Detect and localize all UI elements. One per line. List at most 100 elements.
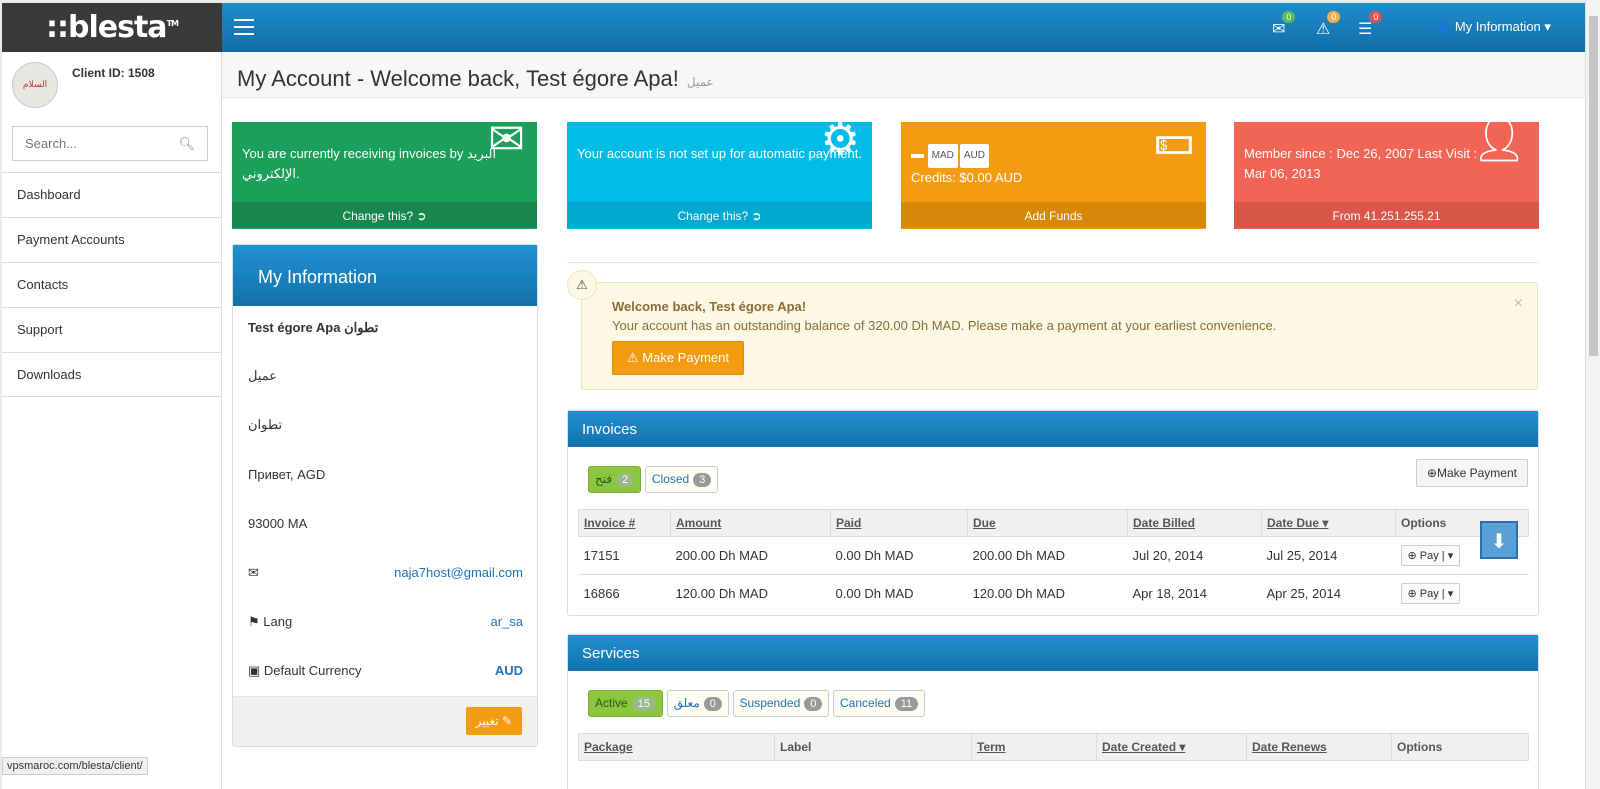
col-due[interactable]: Due	[967, 509, 1128, 537]
search-input[interactable]	[25, 136, 175, 151]
change-delivery-link[interactable]: Change this? ➲	[232, 202, 537, 228]
scrollbar[interactable]	[1585, 0, 1600, 789]
sidebar-item-support[interactable]: Support	[2, 307, 222, 352]
tab-canceled[interactable]: Canceled 11	[833, 690, 926, 717]
sidebar-nav: Dashboard Payment Accounts Contacts Supp…	[2, 172, 222, 397]
page-subtitle: عميل	[686, 75, 714, 89]
arrow-circle-right-icon: ➲	[751, 209, 762, 223]
make-payment-button[interactable]: ⊕Make Payment	[1415, 459, 1528, 487]
credits-tile: ▬ MAD AUD Credits: $0.00 AUD 💵︎ Add Funds	[901, 115, 1206, 229]
page-header: My Account - Welcome back, Test égore Ap…	[222, 52, 1585, 98]
search-box: 🔍︎	[12, 126, 208, 161]
pay-button[interactable]: ⊕ Pay | ▾	[1400, 583, 1461, 604]
balance-alert: Welcome back, Test égore Apa! Your accou…	[581, 282, 1538, 390]
edit-icon: ✎	[501, 714, 512, 728]
money-icon: ▣	[248, 663, 261, 678]
invoice-tabs: فتح 2 Closed 3	[588, 466, 719, 493]
minus-icon[interactable]: ▬	[911, 146, 924, 161]
sidebar-item-contacts[interactable]: Contacts	[2, 262, 222, 307]
user-menu[interactable]: 👤 My Information ▾	[1435, 19, 1551, 35]
currency-value: AUD	[494, 663, 523, 678]
col-term[interactable]: Term	[971, 733, 1097, 761]
top-navbar: ✉ 0 ⚠ 0 ☰ 0 👤 My Information ▾	[222, 3, 1585, 52]
col-date-renews[interactable]: Date Renews	[1246, 733, 1392, 761]
make-payment-button[interactable]: ⚠ Make Payment	[612, 341, 744, 375]
user-icon: 👤︎	[1471, 115, 1527, 164]
money-icon: 💵︎	[1154, 115, 1194, 164]
col-options: Options	[1391, 733, 1529, 761]
messages-badge: 0	[1282, 11, 1296, 23]
contact-name[interactable]: Test égore Apa تطوان	[248, 320, 523, 336]
currency-aud[interactable]: AUD	[959, 144, 989, 168]
tab-suspended[interactable]: Suspended 0	[732, 690, 830, 717]
alert-title: Welcome back, Test égore Apa!	[612, 299, 807, 314]
alert-message: Your account has an outstanding balance …	[612, 318, 1277, 333]
alerts-icon[interactable]: ⚠ 0	[1316, 11, 1341, 39]
change-autopay-link[interactable]: Change this? ➲	[567, 202, 872, 228]
download-icon[interactable]: ⬇	[1480, 521, 1518, 559]
tasks-badge: 0	[1369, 11, 1383, 23]
divider	[567, 262, 1539, 263]
plus-circle-icon: ⊕	[1426, 466, 1437, 480]
autopay-tile: Your account is not set up for automatic…	[567, 115, 872, 229]
tasks-icon[interactable]: ☰ 0	[1358, 11, 1383, 39]
close-icon[interactable]: ×	[1514, 295, 1523, 313]
service-tabs: Active 15 معلق 0 Suspended 0 Canceled 11	[588, 690, 926, 717]
envelope-icon: ✉	[488, 115, 525, 164]
sidebar: السلام Client ID: 1508 🔍︎ Dashboard Paym…	[2, 52, 222, 789]
sidebar-item-dashboard[interactable]: Dashboard	[2, 172, 222, 217]
warning-icon: ⚠	[627, 350, 639, 365]
last-ip: From 41.251.255.21	[1234, 202, 1539, 228]
messages-icon[interactable]: ✉ 0	[1272, 11, 1296, 39]
col-date-billed[interactable]: Date Billed	[1127, 509, 1262, 537]
email-row: ✉ naja7host@gmail.com	[248, 565, 523, 581]
client-id: Client ID: 1508	[72, 66, 155, 80]
table-row[interactable]: 17151 200.00 Dh MAD 0.00 Dh MAD 200.00 Dh M…	[578, 536, 1529, 575]
avatar[interactable]: السلام	[12, 62, 58, 108]
arrow-circle-right-icon: ➲	[416, 209, 427, 223]
sidebar-item-downloads[interactable]: Downloads	[2, 352, 222, 397]
scrollbar-thumb[interactable]	[1589, 16, 1598, 356]
tab-pending[interactable]: معلق 0	[666, 690, 729, 717]
currency-row: ▣ Default Currency AUD	[248, 663, 523, 678]
col-date-due[interactable]: Date Due ▾	[1261, 509, 1396, 537]
panel-title: Services	[568, 635, 1538, 671]
tab-closed[interactable]: Closed 3	[644, 466, 719, 493]
gear-icon: ⚙	[820, 115, 860, 164]
services-panel: Services Active 15 معلق 0 Suspended 0 Cance…	[567, 634, 1539, 789]
tab-active[interactable]: Active 15	[588, 690, 663, 717]
invoices-panel: Invoices فتح 2 Closed 3 ⊕Make Payment Invo…	[567, 410, 1539, 616]
panel-footer: تغيير ✎	[233, 696, 537, 746]
address: Привет, AGD	[248, 467, 326, 482]
status-bar-url: vpsmaroc.com/blesta/client/	[2, 757, 148, 775]
col-amount[interactable]: Amount	[670, 509, 831, 537]
user-icon: 👤	[1435, 19, 1452, 34]
pay-button[interactable]: ⊕ Pay | ▾	[1400, 545, 1461, 566]
lang-value: ar_sa	[490, 614, 523, 629]
col-package[interactable]: Package	[578, 733, 775, 761]
currency-mad[interactable]: MAD	[927, 144, 958, 168]
hamburger-menu-icon[interactable]	[234, 19, 254, 35]
member-tile: Member since : Dec 26, 2007 Last Visit :…	[1234, 115, 1539, 229]
caret-down-icon: ▾	[1544, 19, 1551, 34]
zip: 93000 MA	[248, 516, 308, 531]
lang-row: ⚑ Lang ar_sa	[248, 614, 523, 629]
my-information-panel: My Information Test égore Apa تطوان عميل…	[232, 244, 538, 747]
services-table: Package Label Term Date Created ▾ Date R…	[578, 733, 1529, 761]
company: عميل	[248, 368, 278, 383]
tab-open[interactable]: فتح 2	[588, 466, 642, 493]
col-date-created[interactable]: Date Created ▾	[1096, 733, 1247, 761]
blesta-logo[interactable]: ::blesta TM	[2, 3, 222, 52]
col-paid[interactable]: Paid	[830, 509, 968, 537]
col-invoice[interactable]: Invoice #	[578, 509, 671, 537]
add-funds-link[interactable]: Add Funds	[901, 202, 1206, 228]
warning-icon: ⚠	[567, 270, 597, 300]
table-row[interactable]: 16866 120.00 Dh MAD 0.00 Dh MAD 120.00 Dh M…	[578, 574, 1529, 612]
email-link[interactable]: naja7host@gmail.com	[394, 565, 523, 580]
flag-icon: ⚑	[248, 614, 260, 629]
page-title: My Account - Welcome back, Test égore Ap…	[237, 66, 679, 91]
alerts-badge: 0	[1327, 11, 1341, 23]
search-icon[interactable]: 🔍︎	[178, 136, 195, 152]
sidebar-item-payment-accounts[interactable]: Payment Accounts	[2, 217, 222, 262]
edit-button[interactable]: تغيير ✎	[465, 707, 522, 735]
